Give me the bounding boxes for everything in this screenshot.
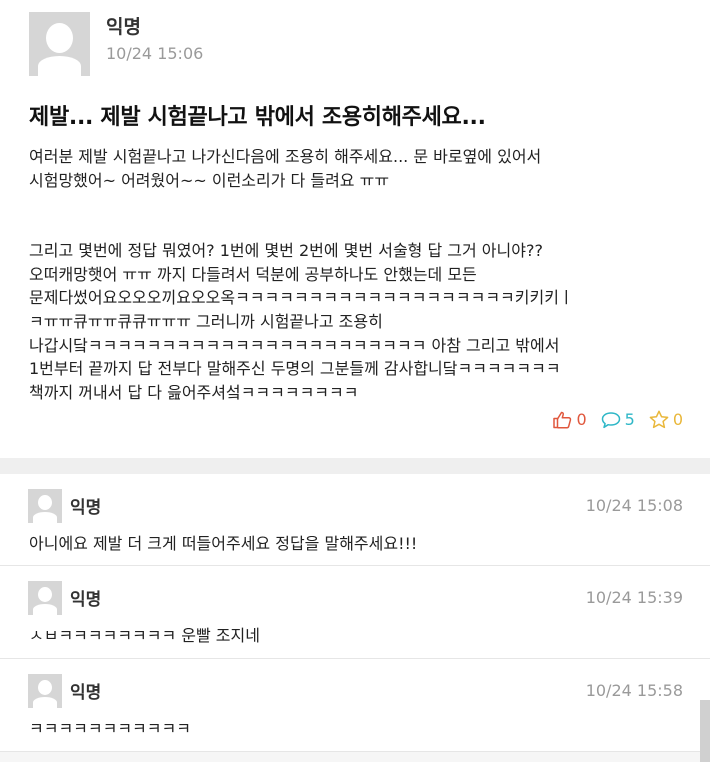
post-author-name: 익명: [106, 16, 141, 38]
profile-placeholder-icon: [28, 674, 62, 708]
scrap-count: 0: [672, 410, 683, 429]
post-timestamp: 10/24 15:06: [106, 44, 204, 63]
comment-count-button[interactable]: 5: [601, 410, 635, 429]
comment-text: ㅅㅂㅋㅋㅋㅋㅋㅋㅋㅋ 운빨 조지네: [29, 626, 260, 645]
comment-item: 익명 10/24 15:08 아니에요 제발 더 크게 떠들어주세요 정답을 말…: [0, 474, 710, 566]
profile-placeholder-icon: [28, 581, 62, 615]
post-body: 여러분 제발 시험끝나고 나가신다음에 조용히 해주세요... 문 바로옆에 있…: [29, 145, 679, 404]
bottom-strip: [0, 752, 710, 762]
comment-timestamp: 10/24 15:58: [585, 681, 683, 700]
post-body-line: 나갑시닼ㅋㅋㅋㅋㅋㅋㅋㅋㅋㅋㅋㅋㅋㅋㅋㅋㅋㅋㅋㅋㅋㅋㅋ 아참 그리고 밖에서: [29, 335, 560, 355]
post-body-line: 문제다썼어요오오오끼요오오옥ㅋㅋㅋㅋㅋㅋㅋㅋㅋㅋㅋㅋㅋㅋㅋㅋㅋㅋㅋ키키키ㅣ: [29, 288, 574, 308]
post-body-line: 여러분 제발 시험끝나고 나가신다음에 조용히 해주세요... 문 바로옆에 있…: [29, 147, 542, 166]
comment-text: 아니에요 제발 더 크게 떠들어주세요 정답을 말해주세요!!!: [29, 534, 418, 553]
comment-item: 익명 10/24 15:58 ㅋㅋㅋㅋㅋㅋㅋㅋㅋㅋㅋ: [0, 659, 710, 752]
comment-timestamp: 10/24 15:39: [585, 588, 683, 607]
comment-author: 익명: [70, 498, 102, 518]
post-author-row: 익명 10/24 15:06: [29, 12, 203, 78]
post-author-meta: 익명 10/24 15:06: [106, 12, 203, 63]
comment-count: 5: [624, 410, 635, 429]
like-count: 0: [576, 410, 587, 429]
post-article: 익명 10/24 15:06 제발... 제발 시험끝나고 밖에서 조용히해주세…: [0, 0, 710, 450]
scrollbar-thumb[interactable]: [700, 700, 710, 762]
profile-placeholder-icon: [28, 489, 62, 523]
scrap-button[interactable]: 0: [649, 410, 683, 429]
post-title: 제발... 제발 시험끝나고 밖에서 조용히해주세요...: [29, 105, 486, 130]
post-actions: 0 5 0: [539, 410, 683, 429]
post-body-line: 1번부터 끝까지 답 전부다 말해주신 두명의 그분들께 감사합니닼ㅋㅋㅋㅋㅋㅋ…: [29, 359, 561, 379]
post-body-line: 그리고 몇번에 정답 뭐였어? 1번에 몇번 2번에 몇번 서술형 답 그거 아…: [29, 241, 543, 261]
comment-author: 익명: [70, 590, 102, 610]
post-body-line: 책까지 꺼내서 답 다 읊어주셔섴ㅋㅋㅋㅋㅋㅋㅋㅋ: [29, 382, 359, 402]
comment-author: 익명: [70, 683, 102, 703]
comment-item: 익명 10/24 15:39 ㅅㅂㅋㅋㅋㅋㅋㅋㅋㅋ 운빨 조지네: [0, 566, 710, 659]
post-body-line: ㅋㅠㅠ큐ㅠㅠ큐큐ㅠㅠㅠ 그러니까 시험끝나고 조용히: [29, 311, 383, 331]
comment-text: ㅋㅋㅋㅋㅋㅋㅋㅋㅋㅋㅋ: [29, 719, 191, 738]
comment-timestamp: 10/24 15:08: [585, 496, 683, 515]
speech-bubble-icon: [601, 411, 621, 429]
section-divider: [0, 458, 710, 474]
like-button[interactable]: 0: [553, 410, 587, 429]
post-body-line: 시험망했어~ 어려웠어~~ 이런소리가 다 들려요 ㅠㅠ: [29, 170, 390, 190]
profile-placeholder-icon: [29, 12, 90, 76]
star-icon: [649, 410, 669, 429]
thumbs-up-icon: [553, 411, 572, 429]
post-body-line: 오떠캐망햇어 ㅠㅠ 까지 다들려서 덕분에 공부하나도 안했는데 모든: [29, 264, 477, 284]
